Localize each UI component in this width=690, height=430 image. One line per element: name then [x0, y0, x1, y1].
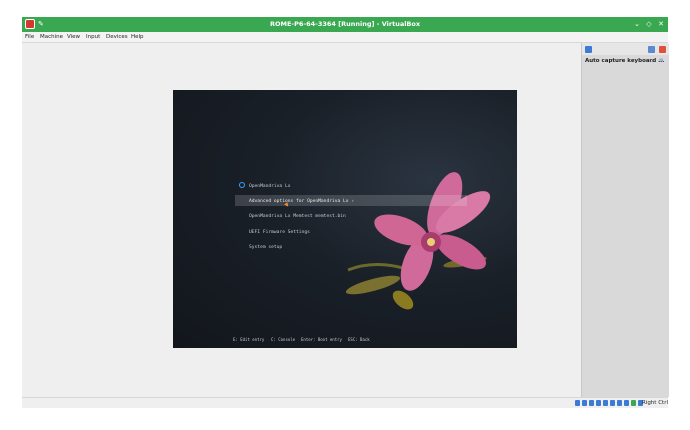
shared-folder-icon[interactable] — [610, 400, 615, 406]
optical-drive-icon[interactable] — [582, 400, 587, 406]
boot-entry-3[interactable]: UEFI Firmware Settings — [249, 230, 310, 235]
usb-icon[interactable] — [603, 400, 608, 406]
cpu-icon[interactable] — [631, 400, 636, 406]
menu-help[interactable]: Help — [131, 32, 144, 42]
menu-input[interactable]: Input — [86, 32, 100, 42]
side-panel: Auto capture keyboard ... ⇆ ⚙ — [581, 43, 669, 397]
display-icon[interactable] — [617, 400, 622, 406]
openmandriva-logo-icon — [239, 182, 245, 188]
flower-wallpaper — [345, 172, 491, 310]
virtualbox-window: ✎ ROME-P6-64-3364 [Running] - VirtualBox… — [22, 17, 669, 408]
title-bar[interactable]: ✎ ROME-P6-64-3364 [Running] - VirtualBox… — [22, 17, 668, 32]
tile-icon[interactable] — [648, 46, 655, 53]
boot-footer-console: C: Console — [271, 337, 296, 342]
boot-footer-boot: Enter: Boot entry — [301, 337, 342, 342]
close-icon[interactable]: ✕ — [656, 19, 666, 29]
monitor-icon[interactable] — [585, 46, 592, 53]
gear-icon[interactable]: ⚙ — [659, 58, 663, 64]
recording-icon[interactable] — [624, 400, 629, 406]
host-key-label: Right Ctrl — [641, 400, 668, 406]
boot-footer-back: ESC: Back — [348, 337, 370, 342]
chevron-down-icon[interactable]: ⌄ — [632, 19, 642, 29]
diamond-icon[interactable]: ◇ — [644, 19, 654, 29]
side-panel-toolbar — [582, 43, 669, 55]
menu-bar: File Machine View Input Devices Help — [22, 32, 668, 43]
boot-footer-edit: E: Edit entry — [233, 337, 265, 342]
window-title: ROME-P6-64-3364 [Running] - VirtualBox — [269, 20, 421, 28]
menu-file[interactable]: File — [25, 32, 34, 42]
boot-entry-2[interactable]: OpenMandriva Lx Memtest memtest.bin — [249, 214, 346, 219]
hard-disk-icon[interactable] — [575, 400, 580, 406]
network-icon[interactable] — [596, 400, 601, 406]
boot-entry-1[interactable]: Advanced options for OpenMandriva Lx › — [249, 199, 354, 204]
vm-display-area[interactable]: OpenMandriva Lx Advanced options for Ope… — [22, 43, 580, 397]
settings-icon[interactable]: ⇆ — [649, 58, 653, 64]
status-bar: Right Ctrl — [22, 397, 668, 408]
menu-devices[interactable]: Devices — [106, 32, 128, 42]
audio-icon[interactable] — [589, 400, 594, 406]
vm-screen[interactable]: OpenMandriva Lx Advanced options for Ope… — [173, 90, 517, 348]
menu-view[interactable]: View — [67, 32, 80, 42]
boot-entry-0[interactable]: OpenMandriva Lx — [249, 184, 291, 189]
record-icon[interactable] — [659, 46, 666, 53]
menu-machine[interactable]: Machine — [40, 32, 63, 42]
boot-entry-4[interactable]: System setup — [249, 245, 282, 250]
